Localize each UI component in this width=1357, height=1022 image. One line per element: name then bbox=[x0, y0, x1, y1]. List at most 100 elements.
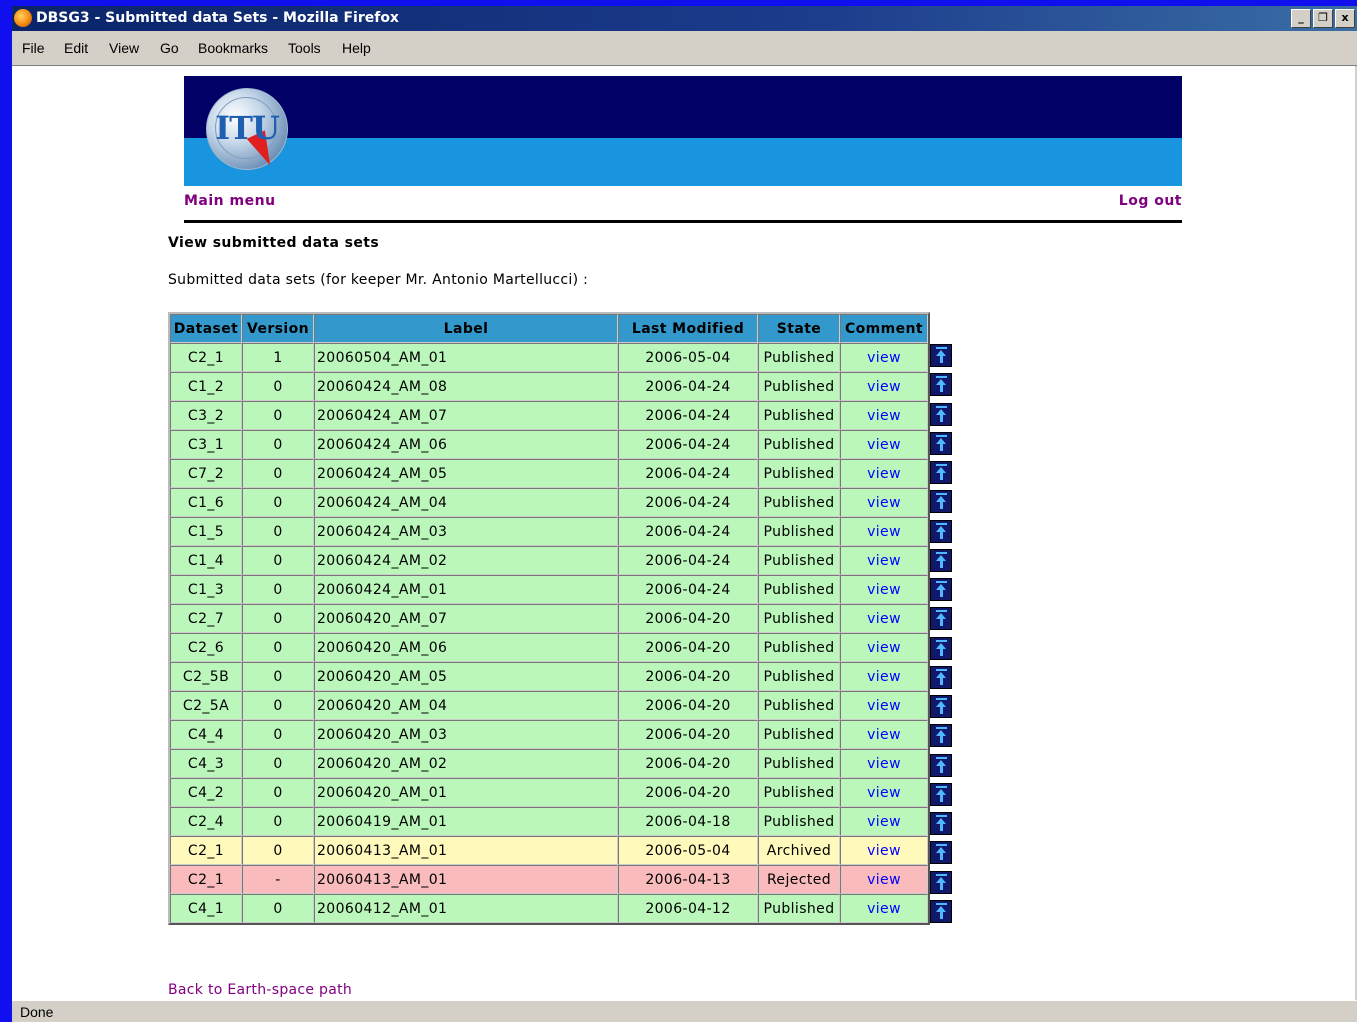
move-up-button[interactable] bbox=[930, 841, 952, 865]
move-up-button[interactable] bbox=[930, 578, 952, 601]
view-comment-link[interactable]: view bbox=[840, 691, 928, 720]
move-up-button[interactable] bbox=[930, 519, 952, 543]
view-comment-link[interactable]: view bbox=[840, 546, 928, 575]
move-up-button[interactable] bbox=[930, 461, 952, 484]
back-link[interactable]: Back to Earth-space path bbox=[168, 982, 352, 998]
cell-version: 0 bbox=[242, 778, 314, 807]
move-up-button[interactable] bbox=[930, 344, 952, 367]
view-comment-link[interactable]: view bbox=[840, 343, 928, 372]
menu-file[interactable]: File bbox=[22, 40, 45, 56]
table-row: C4_3 0 20060420_AM_02 2006-04-20 Published vi… bbox=[170, 749, 928, 778]
main-menu-link[interactable]: Main menu bbox=[184, 193, 276, 209]
table-row: C3_1 0 20060424_AM_06 2006-04-24 Published vi… bbox=[170, 430, 928, 459]
cell-state: Published bbox=[758, 604, 840, 633]
table-row: C2_4 0 20060419_AM_01 2006-04-18 Published vi… bbox=[170, 807, 928, 836]
view-comment-link[interactable]: view bbox=[840, 836, 928, 865]
cell-dataset: C7_2 bbox=[170, 459, 242, 488]
cell-state: Published bbox=[758, 488, 840, 517]
cell-state: Published bbox=[758, 749, 840, 778]
menu-bookmarks[interactable]: Bookmarks bbox=[198, 40, 268, 56]
cell-version: 0 bbox=[242, 749, 314, 778]
move-up-button[interactable] bbox=[930, 431, 952, 455]
view-comment-link[interactable]: view bbox=[840, 575, 928, 604]
move-up-button[interactable] bbox=[930, 812, 952, 835]
cell-dataset: C1_4 bbox=[170, 546, 242, 575]
cell-version: 0 bbox=[242, 372, 314, 401]
cell-version: 0 bbox=[242, 720, 314, 749]
itu-logo: ITU bbox=[206, 88, 288, 170]
cell-label: 20060419_AM_01 bbox=[314, 807, 618, 836]
cell-label: 20060424_AM_06 bbox=[314, 430, 618, 459]
cell-dataset: C2_6 bbox=[170, 633, 242, 662]
view-comment-link[interactable]: view bbox=[840, 633, 928, 662]
view-comment-link[interactable]: view bbox=[840, 401, 928, 430]
move-up-button[interactable] bbox=[930, 870, 952, 894]
cell-label: 20060504_AM_01 bbox=[314, 343, 618, 372]
view-comment-link[interactable]: view bbox=[840, 778, 928, 807]
cell-dataset: C4_4 bbox=[170, 720, 242, 749]
view-comment-link[interactable]: view bbox=[840, 604, 928, 633]
column-header-dataset: Dataset bbox=[170, 314, 242, 343]
cell-dataset: C2_5B bbox=[170, 662, 242, 691]
log-out-link[interactable]: Log out bbox=[1119, 193, 1182, 209]
table-row: C2_7 0 20060420_AM_07 2006-04-20 Published vi… bbox=[170, 604, 928, 633]
move-up-button[interactable] bbox=[930, 753, 952, 777]
menu-edit[interactable]: Edit bbox=[64, 40, 88, 56]
minimize-button[interactable]: _ bbox=[1291, 9, 1311, 28]
view-comment-link[interactable]: view bbox=[840, 749, 928, 778]
cell-label: 20060424_AM_05 bbox=[314, 459, 618, 488]
move-up-button[interactable] bbox=[930, 373, 952, 397]
browser-window: DBSG3 - Submitted data Sets - Mozilla Fi… bbox=[12, 6, 1357, 1022]
table-row: C2_1 1 20060504_AM_01 2006-05-04 Published vi… bbox=[170, 343, 928, 372]
cell-version: - bbox=[242, 865, 314, 894]
cell-label: 20060424_AM_01 bbox=[314, 575, 618, 604]
move-up-button[interactable] bbox=[930, 665, 952, 689]
move-up-button[interactable] bbox=[930, 724, 952, 748]
move-up-button[interactable] bbox=[930, 636, 952, 660]
view-comment-link[interactable]: view bbox=[840, 488, 928, 517]
cell-dataset: C1_6 bbox=[170, 488, 242, 517]
cell-label: 20060424_AM_04 bbox=[314, 488, 618, 517]
menu-view[interactable]: View bbox=[109, 40, 139, 56]
view-comment-link[interactable]: view bbox=[840, 894, 928, 923]
view-comment-link[interactable]: view bbox=[840, 865, 928, 894]
cell-last-modified: 2006-04-24 bbox=[618, 517, 758, 546]
cell-dataset: C2_1 bbox=[170, 836, 242, 865]
move-up-button[interactable] bbox=[930, 695, 952, 718]
divider bbox=[184, 220, 1182, 223]
cell-dataset: C2_4 bbox=[170, 807, 242, 836]
cell-last-modified: 2006-04-20 bbox=[618, 691, 758, 720]
move-up-button[interactable] bbox=[930, 899, 952, 923]
menu-help[interactable]: Help bbox=[342, 40, 371, 56]
cell-last-modified: 2006-04-20 bbox=[618, 749, 758, 778]
move-up-button[interactable] bbox=[930, 548, 952, 572]
view-comment-link[interactable]: view bbox=[840, 720, 928, 749]
table-row: C1_4 0 20060424_AM_02 2006-04-24 Published vi… bbox=[170, 546, 928, 575]
close-button[interactable]: x bbox=[1335, 9, 1355, 28]
menu-tools[interactable]: Tools bbox=[288, 40, 321, 56]
move-up-button[interactable] bbox=[930, 402, 952, 426]
view-comment-link[interactable]: view bbox=[840, 662, 928, 691]
cell-label: 20060420_AM_04 bbox=[314, 691, 618, 720]
view-comment-link[interactable]: view bbox=[840, 372, 928, 401]
restore-button[interactable]: ❐ bbox=[1313, 9, 1333, 28]
move-up-button[interactable] bbox=[930, 607, 952, 631]
cell-state: Published bbox=[758, 662, 840, 691]
window-title: DBSG3 - Submitted data Sets - Mozilla Fi… bbox=[36, 10, 399, 26]
title-bar: DBSG3 - Submitted data Sets - Mozilla Fi… bbox=[12, 6, 1357, 31]
cell-version: 0 bbox=[242, 575, 314, 604]
view-comment-link[interactable]: view bbox=[840, 430, 928, 459]
window-controls: _ ❐ x bbox=[1291, 9, 1355, 28]
view-comment-link[interactable]: view bbox=[840, 807, 928, 836]
column-header-last-modified: Last Modified bbox=[618, 314, 758, 343]
cell-label: 20060424_AM_03 bbox=[314, 517, 618, 546]
menu-go[interactable]: Go bbox=[160, 40, 179, 56]
move-up-button[interactable] bbox=[930, 490, 952, 514]
cell-label: 20060413_AM_01 bbox=[314, 836, 618, 865]
view-comment-link[interactable]: view bbox=[840, 517, 928, 546]
table-header-row: Dataset Version Label Last Modified Stat… bbox=[170, 314, 928, 343]
cell-version: 0 bbox=[242, 401, 314, 430]
move-up-button[interactable] bbox=[930, 782, 952, 806]
view-comment-link[interactable]: view bbox=[840, 459, 928, 488]
cell-dataset: C2_7 bbox=[170, 604, 242, 633]
